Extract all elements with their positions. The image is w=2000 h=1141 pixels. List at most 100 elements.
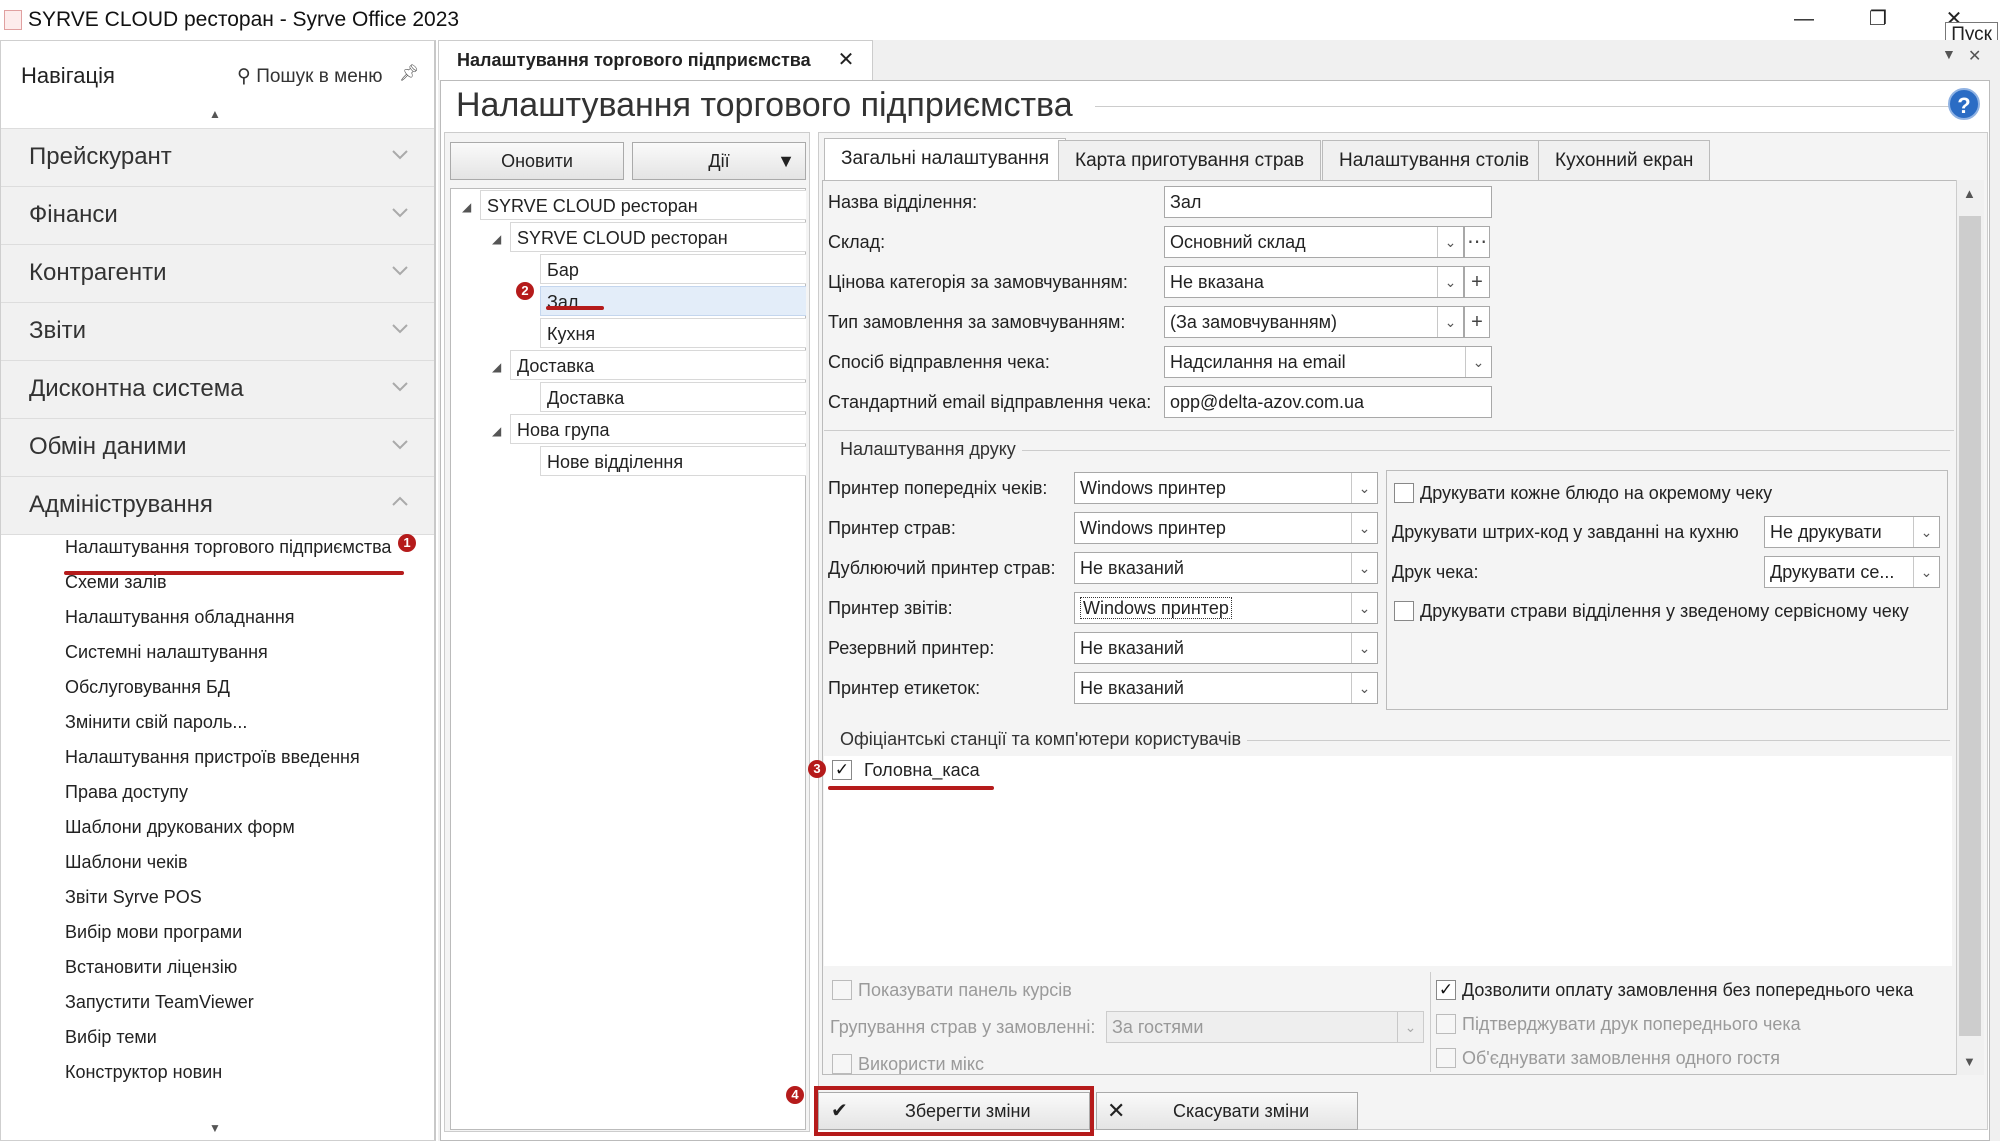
- chevron-down-icon[interactable]: ⌄: [1351, 473, 1377, 503]
- price-category-select[interactable]: Не вказана ⌄: [1164, 266, 1464, 298]
- barcode-select[interactable]: Не друкувати ⌄: [1764, 516, 1940, 548]
- chevron-down-icon[interactable]: ⌄: [1913, 517, 1939, 547]
- expand-icon[interactable]: ◢: [492, 232, 501, 246]
- tree-item[interactable]: Кухня: [540, 318, 806, 348]
- nav-item-license[interactable]: Встановити ліцензію: [65, 957, 237, 978]
- close-tab-icon[interactable]: ✕: [838, 49, 855, 71]
- chevron-down-icon[interactable]: ⌄: [1397, 1012, 1423, 1042]
- each-dish-checkbox[interactable]: [1394, 483, 1414, 503]
- allow-payment-checkbox[interactable]: ✓: [1436, 980, 1456, 1000]
- nav-item-enterprise-settings[interactable]: Налаштування торгового підприємства: [65, 537, 391, 558]
- add-icon[interactable]: +: [1464, 306, 1490, 338]
- chevron-down-icon[interactable]: ⌄: [1913, 557, 1939, 587]
- scroll-up-icon[interactable]: ▲: [209, 107, 221, 121]
- tree-item[interactable]: SYRVE CLOUD ресторан: [510, 222, 806, 252]
- tree-item[interactable]: SYRVE CLOUD ресторан: [480, 190, 806, 220]
- reserve-printer-label: Резервний принтер:: [828, 638, 995, 658]
- tree-item[interactable]: Нове відділення: [540, 446, 806, 476]
- nav-item-change-password[interactable]: Змінити свій пароль...: [65, 712, 247, 733]
- nav-section-reports[interactable]: Звіти: [1, 303, 434, 361]
- nav-item-language[interactable]: Вибір мови програми: [65, 922, 242, 943]
- grouping-select[interactable]: За гостями ⌄: [1106, 1011, 1424, 1043]
- chevron-down-icon[interactable]: ⌄: [1351, 513, 1377, 543]
- chevron-down-icon[interactable]: ⌄: [1437, 227, 1463, 257]
- nav-item-teamviewer[interactable]: Запустити TeamViewer: [65, 992, 254, 1013]
- scroll-down-icon[interactable]: ▼: [209, 1121, 221, 1135]
- nav-item-input-devices[interactable]: Налаштування пристроїв введення: [65, 747, 360, 768]
- dept-dishes-checkbox[interactable]: [1394, 601, 1414, 621]
- nav-item-access-rights[interactable]: Права доступу: [65, 782, 188, 803]
- tree-item[interactable]: Доставка: [540, 382, 806, 412]
- tab-general[interactable]: Загальні налаштування: [824, 138, 1067, 182]
- expand-icon[interactable]: ◢: [492, 360, 501, 374]
- nav-item-equipment[interactable]: Налаштування обладнання: [65, 607, 295, 628]
- chevron-down-icon[interactable]: ⌄: [1437, 307, 1463, 337]
- receipt-method-select[interactable]: Надсилання на email ⌄: [1164, 346, 1492, 378]
- dup-printer-select[interactable]: Не вказаний ⌄: [1074, 552, 1378, 584]
- email-input[interactable]: opp@delta-azov.com.ua: [1164, 386, 1492, 418]
- receipt-print-select[interactable]: Друкувати се... ⌄: [1764, 556, 1940, 588]
- nav-section-discount[interactable]: Дисконтна система: [1, 361, 434, 419]
- chevron-down-icon[interactable]: ⌄: [1437, 267, 1463, 297]
- station-checkbox[interactable]: ✓: [832, 760, 852, 780]
- add-icon[interactable]: +: [1464, 266, 1490, 298]
- more-icon[interactable]: ⋯: [1464, 226, 1490, 258]
- nav-item-hall-schemes[interactable]: Схеми залів: [65, 572, 167, 593]
- actions-dropdown[interactable]: Дії ▼: [632, 142, 806, 180]
- chevron-down-icon[interactable]: ⌄: [1465, 347, 1491, 377]
- dish-printer-select[interactable]: Windows принтер ⌄: [1074, 512, 1378, 544]
- nav-section-data-exchange[interactable]: Обмін даними: [1, 419, 434, 477]
- dept-name-label: Назва відділення:: [828, 192, 978, 212]
- nav-section-pricelist[interactable]: Прейскурант: [1, 129, 434, 187]
- nav-section-administration[interactable]: Адміністрування: [1, 477, 434, 535]
- order-type-select[interactable]: (За замовчуванням) ⌄: [1164, 306, 1464, 338]
- nav-item-db-maintenance[interactable]: Обслуговування БД: [65, 677, 230, 698]
- tree-item[interactable]: Нова група: [510, 414, 806, 444]
- scroll-up-arrow-icon[interactable]: ▲: [1963, 186, 1976, 201]
- nav-item-theme[interactable]: Вибір теми: [65, 1027, 157, 1048]
- report-printer-select[interactable]: Windows принтер ⌄: [1074, 592, 1378, 624]
- nav-item-news-builder[interactable]: Конструктор новин: [65, 1062, 222, 1083]
- chevron-down-icon[interactable]: ⌄: [1351, 633, 1377, 663]
- expand-icon[interactable]: ◢: [492, 424, 501, 438]
- help-icon[interactable]: ?: [1948, 88, 1980, 120]
- tree-item[interactable]: Доставка: [510, 350, 806, 380]
- expand-icon[interactable]: ◢: [462, 200, 471, 214]
- nav-item-pos-reports[interactable]: Звіти Syrve POS: [65, 887, 202, 908]
- tree-item-selected[interactable]: Зал: [540, 286, 806, 316]
- show-rates-checkbox[interactable]: [832, 980, 852, 1000]
- reserve-printer-select[interactable]: Не вказаний ⌄: [1074, 632, 1378, 664]
- chevron-down-icon[interactable]: ⌄: [1351, 593, 1377, 623]
- use-mix-checkbox[interactable]: [832, 1054, 852, 1074]
- store-select[interactable]: Основний склад ⌄: [1164, 226, 1464, 258]
- nav-search[interactable]: ⚲ Пошук в меню: [237, 65, 383, 88]
- vertical-scrollbar[interactable]: ▲ ▼: [1956, 180, 1984, 1075]
- nav-section-finance[interactable]: Фінанси: [1, 187, 434, 245]
- close-all-icon[interactable]: ✕: [1968, 46, 1981, 66]
- scrollbar-thumb[interactable]: [1959, 216, 1981, 1036]
- chevron-down-icon[interactable]: ⌄: [1351, 553, 1377, 583]
- restore-button[interactable]: ❐: [1848, 2, 1908, 36]
- merge-orders-checkbox[interactable]: [1436, 1048, 1456, 1068]
- nav-item-system-settings[interactable]: Системні налаштування: [65, 642, 268, 663]
- label-printer-select[interactable]: Не вказаний ⌄: [1074, 672, 1378, 704]
- confirm-precheck-checkbox[interactable]: [1436, 1014, 1456, 1034]
- nav-item-print-templates[interactable]: Шаблони друкованих форм: [65, 817, 295, 838]
- dept-name-input[interactable]: Зал: [1164, 186, 1492, 218]
- refresh-button[interactable]: Оновити: [450, 142, 624, 180]
- tab-list-icon[interactable]: ▼: [1942, 46, 1956, 62]
- precheck-printer-select[interactable]: Windows принтер ⌄: [1074, 472, 1378, 504]
- tab-cooking-map[interactable]: Карта приготування страв: [1058, 140, 1322, 180]
- each-dish-label: Друкувати кожне блюдо на окремому чеку: [1420, 483, 1773, 503]
- tree-item[interactable]: Бар: [540, 254, 806, 284]
- nav-section-contractors[interactable]: Контрагенти: [1, 245, 434, 303]
- document-tab[interactable]: Налаштування торгового підприємства ✕: [438, 40, 874, 80]
- minimize-button[interactable]: —: [1774, 2, 1834, 36]
- pin-icon[interactable]: 📌︎: [399, 63, 419, 83]
- chevron-down-icon[interactable]: ⌄: [1351, 673, 1377, 703]
- cancel-button[interactable]: ✕ Скасувати зміни: [1096, 1092, 1358, 1130]
- tab-kitchen-screen[interactable]: Кухонний екран: [1538, 140, 1711, 180]
- scroll-down-arrow-icon[interactable]: ▼: [1963, 1054, 1976, 1069]
- nav-item-receipt-templates[interactable]: Шаблони чеків: [65, 852, 188, 873]
- tab-tables[interactable]: Налаштування столів: [1322, 140, 1547, 180]
